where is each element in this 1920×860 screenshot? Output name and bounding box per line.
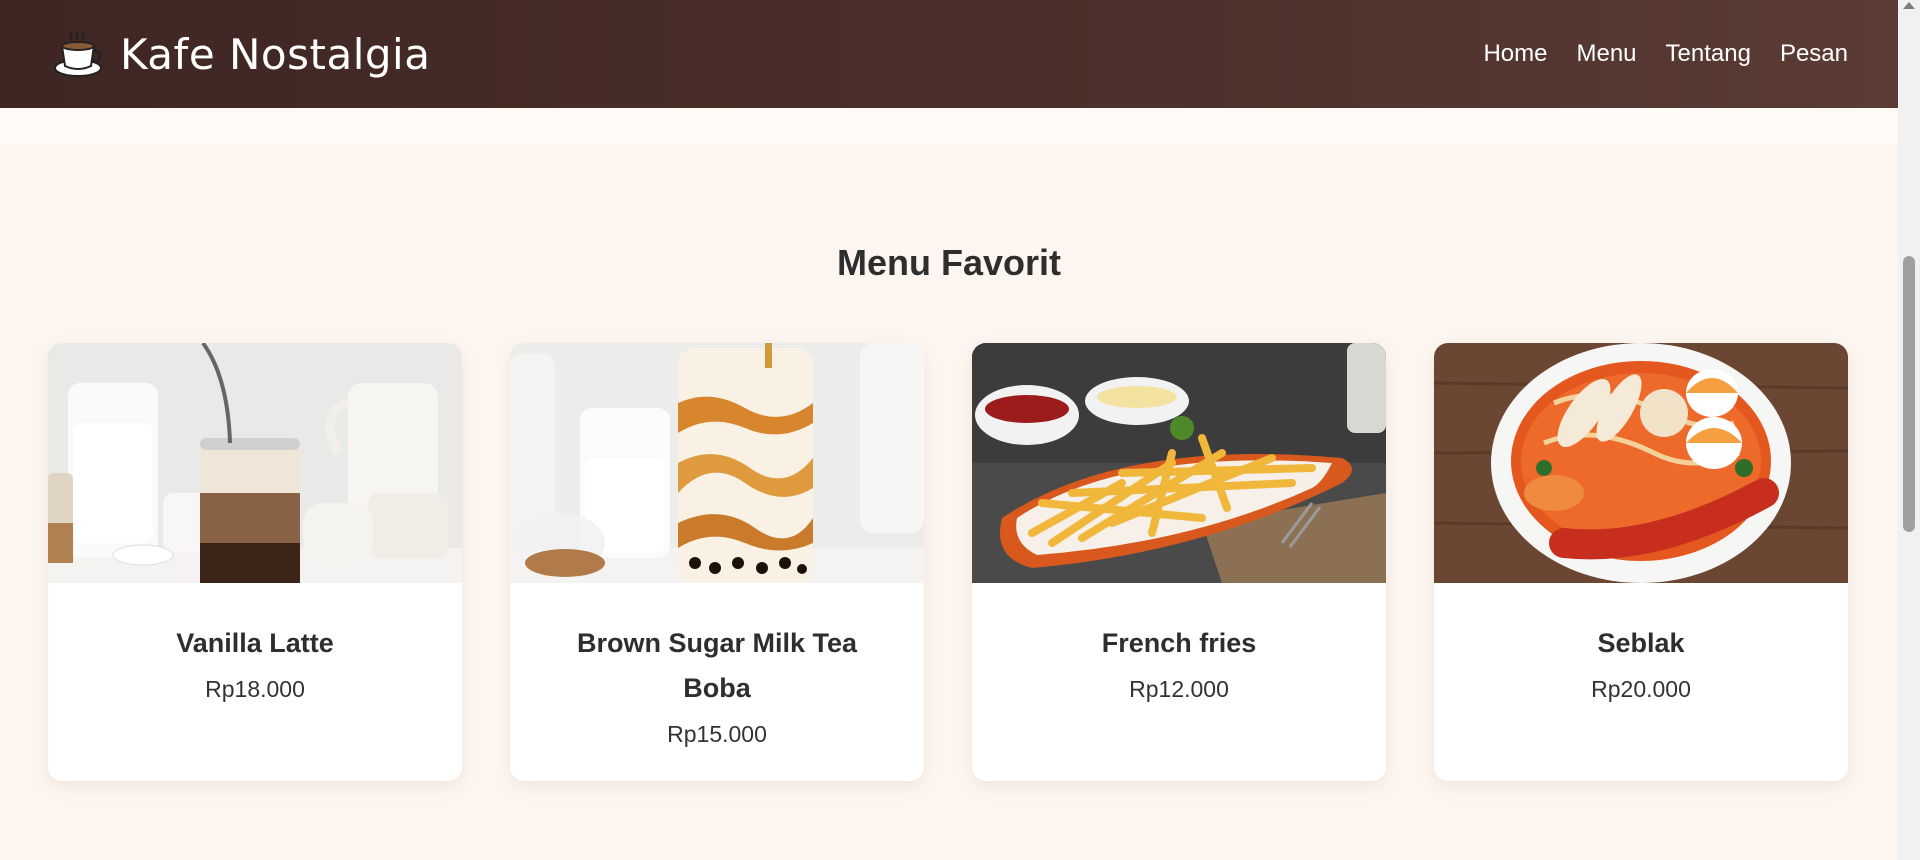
menu-card[interactable]: Seblak Rp20.000 — [1434, 343, 1848, 781]
brown-sugar-boba-photo — [510, 343, 924, 583]
menu-item-price: Rp20.000 — [1591, 676, 1691, 702]
nav-tentang[interactable]: Tentang — [1666, 40, 1751, 68]
scrollbar-thumb[interactable] — [1903, 256, 1915, 532]
menu-card[interactable]: French fries Rp12.000 — [972, 343, 1386, 781]
brand[interactable]: Kafe Nostalgia — [52, 28, 430, 80]
french-fries-photo — [972, 343, 1386, 583]
menu-item-price: Rp15.000 — [667, 721, 767, 747]
menu-item-name: Seblak — [1597, 628, 1685, 658]
header-divider-band — [0, 108, 1898, 144]
menu-card[interactable]: Vanilla Latte Rp18.000 — [48, 343, 462, 781]
menu-item-price: Rp12.000 — [1129, 676, 1229, 702]
vanilla-latte-photo — [48, 343, 462, 583]
site-header: Kafe Nostalgia Home Menu Tentang Pesan — [0, 0, 1898, 108]
menu-card[interactable]: Brown Sugar Milk Tea Boba Rp15.000 — [510, 343, 924, 781]
menu-item-name: Vanilla Latte — [176, 628, 334, 658]
nav-menu[interactable]: Menu — [1576, 40, 1636, 68]
menu-grid: Vanilla Latte Rp18.000 Brown Sugar Milk … — [48, 343, 1850, 781]
vertical-scrollbar[interactable] — [1898, 0, 1920, 860]
nav-home[interactable]: Home — [1483, 40, 1547, 68]
seblak-photo — [1434, 343, 1848, 583]
nav-pesan[interactable]: Pesan — [1780, 40, 1848, 68]
menu-item-price: Rp18.000 — [205, 676, 305, 702]
main-nav: Home Menu Tentang Pesan — [1483, 40, 1848, 68]
menu-item-name: Brown Sugar Milk Tea Boba — [576, 628, 858, 703]
section-title: Menu Favorit — [836, 242, 1061, 283]
brand-name: Kafe Nostalgia — [120, 29, 431, 79]
scroll-up-arrow-icon[interactable] — [1903, 2, 1915, 9]
coffee-cup-icon — [52, 28, 104, 80]
menu-item-name: French fries — [1101, 628, 1257, 658]
